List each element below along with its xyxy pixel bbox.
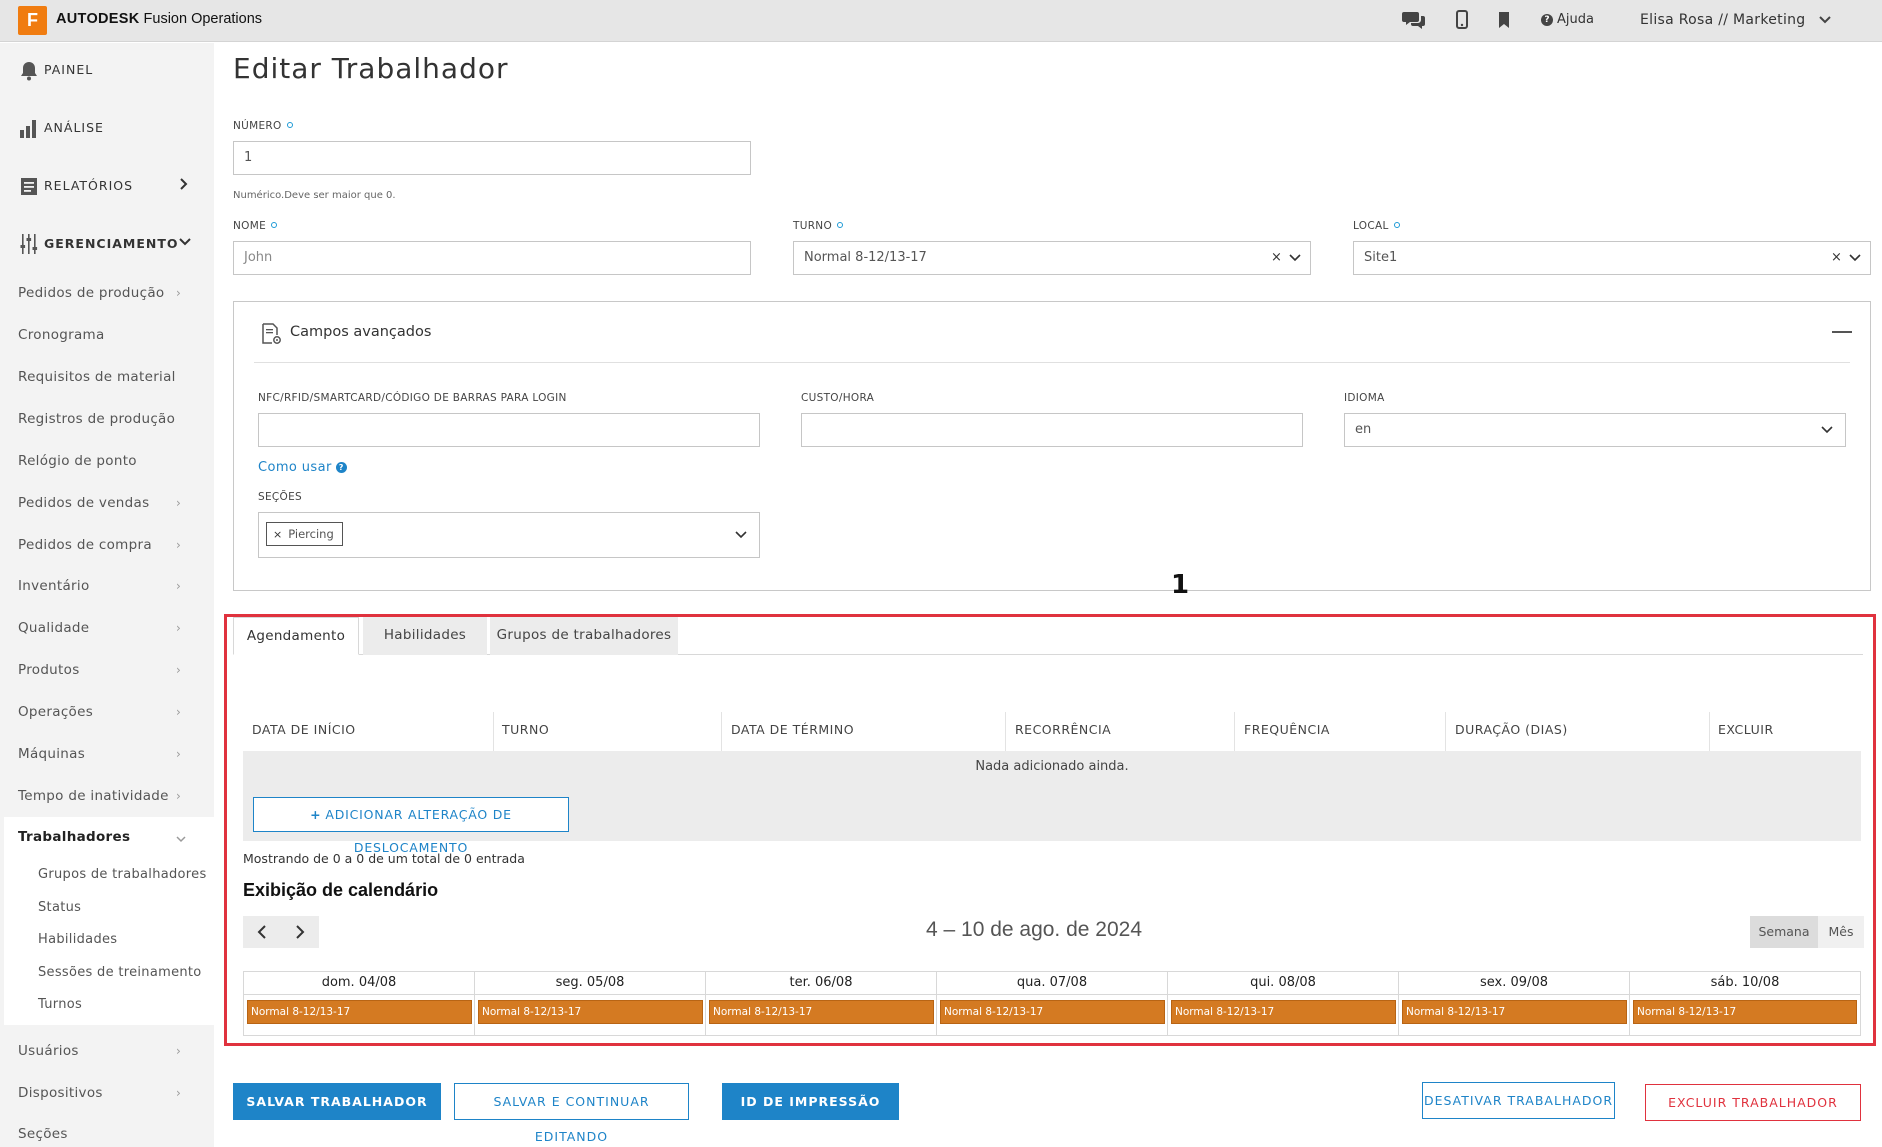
page-title: Editar Trabalhador — [233, 52, 509, 85]
mobile-icon[interactable] — [1450, 9, 1474, 31]
numero-hint: Numérico.Deve ser maior que 0. — [233, 190, 396, 201]
idioma-label: IDIOMA — [1344, 392, 1385, 404]
sidebar-item-gerenciamento[interactable]: GERENCIAMENTO — [0, 217, 214, 273]
sidebar-subitem-turnos[interactable]: Turnos — [38, 997, 82, 1012]
bookmark-icon[interactable] — [1492, 9, 1516, 31]
save-worker-button[interactable]: SALVAR TRABALHADOR — [233, 1083, 441, 1120]
advanced-fields-title: Campos avançados — [290, 324, 432, 340]
chevron-right-icon: › — [176, 538, 181, 552]
advanced-fields-panel: Campos avançados NFC/RFID/SMARTCARD/CÓDI… — [233, 301, 1871, 591]
chevron-right-icon: › — [176, 621, 181, 635]
sidebar-item-dispositivos[interactable]: Dispositivos — [18, 1085, 103, 1101]
fusion-logo-icon[interactable]: F — [18, 6, 47, 35]
help-link[interactable]: ? Ajuda — [1541, 12, 1594, 27]
sidebar-item-pedidos-compra[interactable]: Pedidos de compra — [18, 537, 152, 553]
turno-select[interactable]: Normal 8-12/13-17 — [793, 241, 1311, 275]
bell-icon — [21, 62, 37, 81]
brand-name: AUTODESK Fusion Operations — [56, 11, 263, 27]
chevron-down-icon[interactable] — [1820, 423, 1834, 437]
nome-input[interactable]: John — [233, 241, 751, 275]
sidebar-subitem-grupos[interactable]: Grupos de trabalhadores — [38, 867, 207, 882]
divider — [254, 362, 1850, 363]
sidebar-subitem-status[interactable]: Status — [38, 900, 81, 915]
chevron-right-icon — [180, 178, 188, 190]
sidebar-item-pedidos-producao[interactable]: Pedidos de produção — [18, 285, 164, 301]
required-indicator-icon — [1393, 222, 1400, 228]
sidebar-item-painel[interactable]: PAINEL — [0, 43, 214, 99]
sidebar-item-pedidos-vendas[interactable]: Pedidos de vendas — [18, 495, 149, 511]
sidebar: PAINEL ANÁLISE RELATÓRIOS GERENCIAMENTO … — [0, 43, 214, 1147]
chevron-right-icon: › — [176, 579, 181, 593]
chevron-right-icon: › — [176, 663, 181, 677]
chat-icon[interactable] — [1402, 9, 1426, 31]
user-menu[interactable]: Elisa Rosa // Marketing — [1640, 12, 1806, 28]
local-select[interactable]: Site1 — [1353, 241, 1871, 275]
required-indicator-icon — [286, 122, 293, 128]
local-label: LOCAL — [1353, 220, 1400, 232]
settings-document-icon — [262, 323, 281, 344]
chevron-down-icon — [179, 238, 191, 246]
custo-label: CUSTO/HORA — [801, 392, 875, 404]
sidebar-item-relatorios[interactable]: RELATÓRIOS — [0, 159, 214, 215]
chevron-right-icon: › — [176, 789, 181, 803]
chevron-right-icon: › — [176, 496, 181, 510]
sidebar-item-produtos[interactable]: Produtos — [18, 662, 80, 678]
chevron-right-icon: › — [176, 1044, 181, 1058]
required-indicator-icon — [837, 222, 844, 228]
deactivate-worker-button[interactable]: DESATIVAR TRABALHADOR — [1422, 1082, 1615, 1119]
turno-clear-icon[interactable]: × — [1271, 250, 1282, 265]
help-icon: ? — [1541, 14, 1553, 26]
how-to-use-link[interactable]: Como usar? — [258, 460, 347, 475]
sidebar-item-tempo-inatividade[interactable]: Tempo de inatividade — [18, 788, 169, 804]
sidebar-subitem-sessoes-treinamento[interactable]: Sessões de treinamento — [38, 965, 202, 980]
print-id-button[interactable]: ID DE IMPRESSÃO — [722, 1083, 899, 1120]
sidebar-item-usuarios[interactable]: Usuários — [18, 1043, 79, 1059]
nfc-label: NFC/RFID/SMARTCARD/CÓDIGO DE BARRAS PARA… — [258, 392, 567, 404]
idioma-select[interactable]: en — [1344, 413, 1846, 447]
chevron-right-icon: › — [176, 286, 181, 300]
report-icon — [21, 178, 37, 195]
local-clear-icon[interactable]: × — [1831, 250, 1842, 265]
sidebar-item-cronograma[interactable]: Cronograma — [18, 327, 105, 343]
delete-worker-button[interactable]: EXCLUIR TRABALHADOR — [1645, 1084, 1861, 1121]
chevron-down-icon[interactable] — [1818, 13, 1832, 27]
sidebar-item-requisitos-material[interactable]: Requisitos de material — [18, 369, 176, 385]
highlight-box — [224, 614, 1876, 1046]
annotation-number: 1 — [1171, 570, 1190, 600]
bar-chart-icon — [20, 120, 36, 138]
sidebar-item-inventario[interactable]: Inventário — [18, 578, 90, 594]
secao-tag[interactable]: × Piercing — [266, 522, 343, 546]
save-continue-button[interactable]: SALVAR E CONTINUAR EDITANDO — [454, 1083, 689, 1144]
sidebar-item-relogio-ponto[interactable]: Relógio de ponto — [18, 453, 137, 469]
top-bar: F AUTODESK Fusion Operations ? Ajuda Elis… — [0, 0, 1882, 42]
chevron-right-icon: › — [176, 1086, 181, 1100]
chevron-down-icon[interactable] — [1848, 251, 1862, 265]
sidebar-subitem-habilidades[interactable]: Habilidades — [38, 932, 117, 947]
sidebar-item-qualidade[interactable]: Qualidade — [18, 620, 89, 636]
sidebar-item-analise[interactable]: ANÁLISE — [0, 101, 214, 157]
collapse-icon[interactable] — [1832, 331, 1852, 333]
remove-tag-icon[interactable]: × — [273, 528, 282, 541]
sidebar-item-maquinas[interactable]: Máquinas — [18, 746, 85, 762]
chevron-down-icon[interactable] — [734, 528, 748, 542]
custo-input[interactable] — [801, 413, 1303, 447]
nfc-input[interactable] — [258, 413, 760, 447]
sliders-icon — [20, 234, 38, 254]
sidebar-item-secoes[interactable]: Seções — [18, 1126, 68, 1142]
turno-label: TURNO — [793, 220, 844, 232]
chevron-down-icon — [176, 836, 186, 843]
secoes-label: SEÇÕES — [258, 491, 302, 503]
sidebar-item-trabalhadores[interactable]: Trabalhadores — [18, 829, 130, 845]
numero-label: NÚMERO — [233, 120, 293, 132]
chevron-right-icon: › — [176, 747, 181, 761]
sidebar-item-operacoes[interactable]: Operações — [18, 704, 93, 720]
chevron-right-icon: › — [176, 705, 181, 719]
chevron-down-icon[interactable] — [1288, 251, 1302, 265]
numero-input[interactable]: 1 — [233, 141, 751, 175]
question-icon: ? — [335, 462, 347, 473]
nome-label: NOME — [233, 220, 278, 232]
sidebar-item-registros-producao[interactable]: Registros de produção — [18, 411, 175, 427]
required-indicator-icon — [271, 222, 278, 228]
